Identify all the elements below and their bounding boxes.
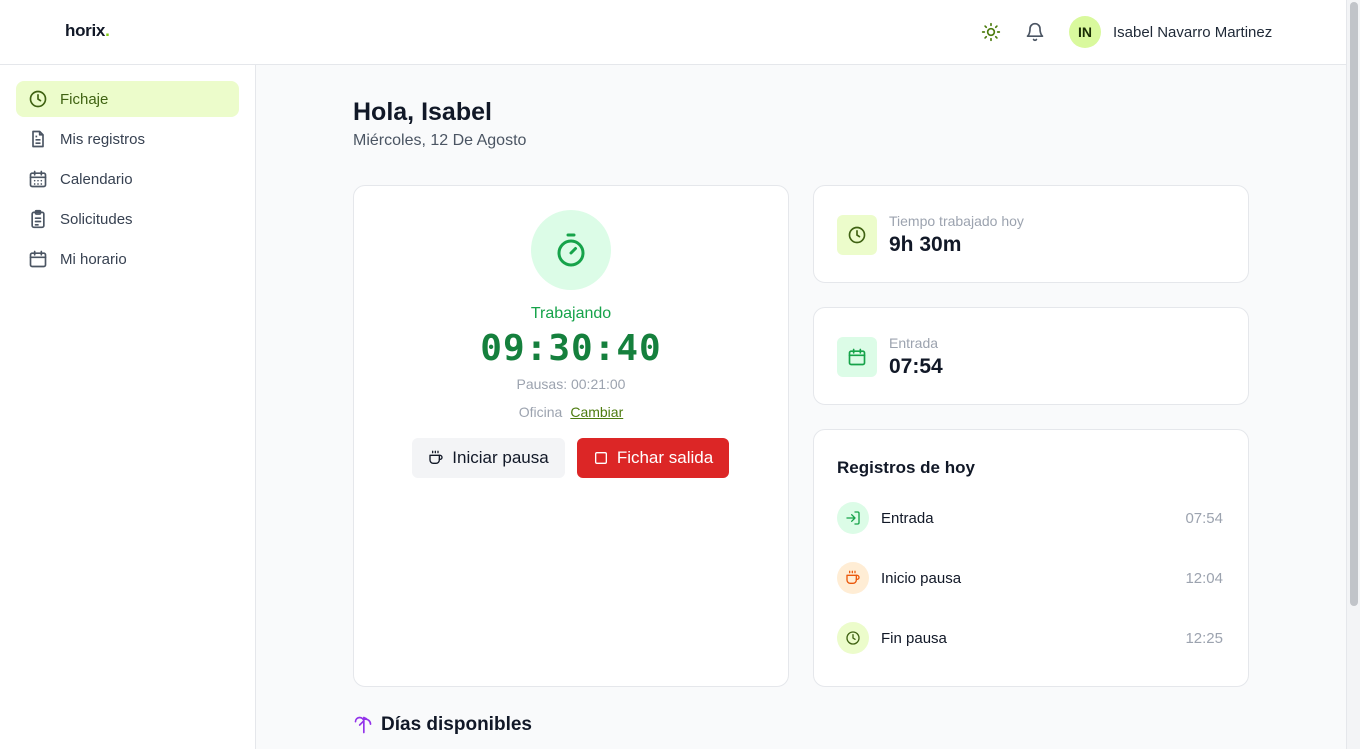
avatar[interactable]: IN <box>1069 16 1101 48</box>
page-title: Hola, Isabel <box>353 98 492 126</box>
work-status: Trabajando <box>530 305 612 322</box>
sidebar-item-solicitudes[interactable]: Solicitudes <box>16 201 239 237</box>
worked-time-label: Tiempo trabajado hoy <box>889 213 1024 229</box>
today-records-title: Registros de hoy <box>837 458 975 477</box>
page-scrollbar[interactable] <box>1346 0 1360 749</box>
sidebar-item-fichaje[interactable]: Fichaje <box>16 81 239 117</box>
bell-icon[interactable] <box>1023 20 1047 44</box>
timer-icon <box>531 210 611 290</box>
pauses-total: Pausas: 00:21:00 <box>516 376 626 392</box>
calendar-grid-icon <box>28 169 48 189</box>
record-label: Entrada <box>881 510 934 527</box>
start-pause-button[interactable]: Iniciar pausa <box>412 438 565 478</box>
sidebar-item-label: Mi horario <box>60 250 127 268</box>
login-icon <box>837 502 869 534</box>
sidebar-item-label: Fichaje <box>60 90 109 108</box>
clock-out-button[interactable]: Fichar salida <box>577 438 729 478</box>
clock-icon <box>28 89 48 109</box>
clock-icon <box>837 622 869 654</box>
top-bar: horix. IN Isabel Navarro Martinez <box>0 0 1346 65</box>
record-time: 12:25 <box>1185 630 1223 647</box>
sidebar: Fichaje Mis registros Calendario Solicit… <box>0 65 256 749</box>
change-location-link[interactable]: Cambiar <box>570 404 623 420</box>
clipboard-icon <box>28 209 48 229</box>
document-icon <box>28 129 48 149</box>
record-label: Inicio pausa <box>881 570 962 587</box>
palm-tree-icon <box>353 715 373 735</box>
coffee-icon <box>428 450 444 466</box>
location-row: Oficina Cambiar <box>354 404 788 420</box>
calendar-icon <box>837 337 877 377</box>
sidebar-item-label: Solicitudes <box>60 210 133 228</box>
coffee-icon <box>837 562 869 594</box>
app-logo[interactable]: horix. <box>65 21 110 41</box>
list-item: Entrada 07:54 <box>837 502 1223 534</box>
stop-square-icon <box>593 450 609 466</box>
record-time: 12:04 <box>1185 570 1223 587</box>
entry-time-card: Entrada 07:54 <box>813 307 1249 405</box>
record-label: Fin pausa <box>881 630 947 647</box>
entry-time-value: 07:54 <box>889 355 943 378</box>
start-pause-label: Iniciar pausa <box>452 448 549 467</box>
worked-time-card: Tiempo trabajado hoy 9h 30m <box>813 185 1249 283</box>
sidebar-item-mi-horario[interactable]: Mi horario <box>16 241 239 277</box>
record-time: 07:54 <box>1185 510 1223 527</box>
available-days-heading: Días disponibles <box>353 713 532 737</box>
scrollbar-thumb[interactable] <box>1350 2 1358 606</box>
sidebar-item-mis-registros[interactable]: Mis registros <box>16 121 239 157</box>
today-records-card: Registros de hoy Entrada 07:54 Inicio pa… <box>813 429 1249 687</box>
list-item: Inicio pausa 12:04 <box>837 562 1223 594</box>
list-item: Fin pausa 12:25 <box>837 622 1223 654</box>
user-name[interactable]: Isabel Navarro Martinez <box>1113 24 1272 41</box>
clock-icon <box>837 215 877 255</box>
sidebar-item-label: Calendario <box>60 170 133 188</box>
sun-icon[interactable] <box>979 20 1003 44</box>
location-label: Oficina <box>518 404 563 420</box>
entry-time-label: Entrada <box>889 335 939 351</box>
elapsed-time: 09:30:40 <box>480 328 662 369</box>
clock-card: Trabajando 09:30:40 Pausas: 00:21:00 Ofi… <box>353 185 789 687</box>
worked-time-value: 9h 30m <box>889 233 962 256</box>
clock-out-label: Fichar salida <box>616 448 714 467</box>
current-date: Miércoles, 12 De Agosto <box>353 132 527 149</box>
available-days-title: Días disponibles <box>381 714 532 735</box>
sidebar-item-calendario[interactable]: Calendario <box>16 161 239 197</box>
sidebar-item-label: Mis registros <box>60 130 146 148</box>
calendar-icon <box>28 249 48 269</box>
